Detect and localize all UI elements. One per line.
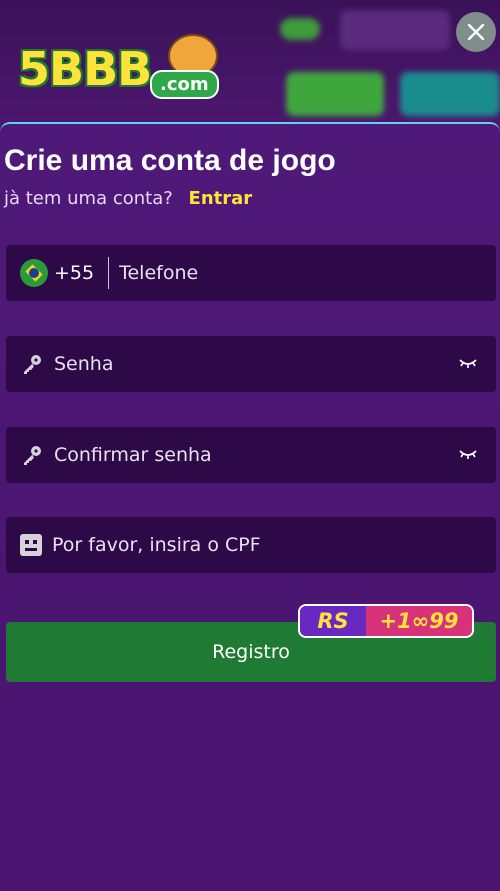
login-prompt-text: jà tem uma conta? [4, 188, 173, 209]
bonus-badge: RS +1∞99 [298, 604, 474, 638]
phone-field[interactable]: +55 Telefone [6, 245, 496, 301]
key-icon [24, 355, 41, 374]
password-field[interactable]: Senha [6, 336, 496, 392]
cpf-field[interactable]: Por favor, insira o CPF [6, 517, 496, 573]
close-button[interactable] [456, 12, 496, 52]
login-prompt: jà tem uma conta? Entrar [4, 188, 252, 209]
eye-closed-icon[interactable] [458, 356, 478, 370]
bonus-amount: +1∞99 [366, 606, 472, 636]
register-panel: Crie uma conta de jogo jà tem uma conta?… [0, 122, 500, 891]
brazil-flag-icon[interactable] [20, 259, 48, 287]
cpf-input[interactable]: Por favor, insira o CPF [52, 534, 261, 556]
confirm-password-input[interactable]: Confirmar senha [54, 444, 212, 466]
page-title: Crie uma conta de jogo [4, 144, 336, 177]
site-logo[interactable]: 5BBB .com [18, 34, 219, 99]
country-code[interactable]: +55 [54, 262, 94, 284]
blurred-element [340, 10, 450, 50]
blurred-element [400, 72, 500, 116]
close-icon [467, 23, 485, 41]
logo-domain: .com [150, 70, 219, 99]
logo-text: 5BBB [18, 42, 152, 96]
confirm-password-field[interactable]: Confirmar senha [6, 427, 496, 483]
divider [108, 257, 110, 289]
blurred-element [286, 72, 384, 116]
eye-closed-icon[interactable] [458, 447, 478, 461]
key-icon [24, 446, 41, 465]
blurred-element [280, 18, 320, 40]
phone-input[interactable]: Telefone [119, 262, 198, 284]
password-input[interactable]: Senha [54, 353, 113, 375]
id-card-icon [20, 534, 42, 556]
bonus-currency: RS [300, 606, 366, 636]
login-link[interactable]: Entrar [189, 188, 253, 209]
